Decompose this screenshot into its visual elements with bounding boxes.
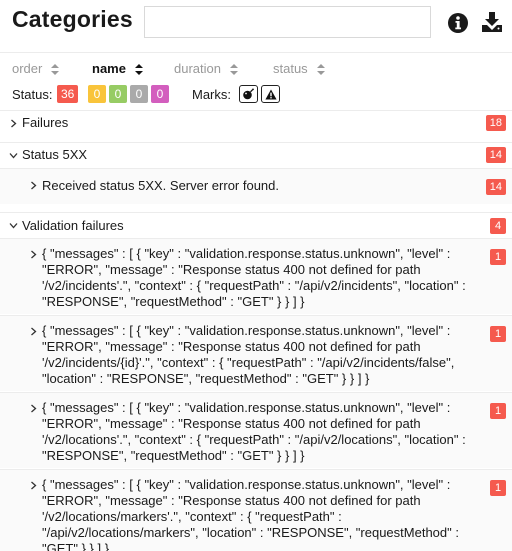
known-issue-mark-toggle[interactable] [261, 85, 280, 103]
tree-item-received-status-5xx[interactable]: Received status 5XX. Server error found.… [0, 168, 512, 204]
chevron-right-icon [31, 327, 37, 336]
status-passed-toggle[interactable]: 0 [109, 85, 127, 103]
sort-by-duration[interactable]: duration [174, 61, 238, 76]
item-label-line: '/v2/locations'.", "context" : { "reques… [42, 432, 466, 447]
item-label: Received status 5XX. Server error found. [42, 178, 280, 193]
chevron-down-icon [9, 153, 18, 159]
chevron-down-icon [9, 223, 18, 229]
chevron-right-icon [31, 481, 37, 490]
group-label: Failures [22, 115, 69, 130]
warning-triangle-icon [264, 89, 277, 99]
chevron-right-icon [31, 181, 37, 190]
count-badge: 1 [490, 480, 506, 496]
status-broken-toggle[interactable]: 0 [88, 85, 106, 103]
chevron-right-icon [11, 119, 17, 128]
sort-by-name[interactable]: name [92, 61, 143, 76]
sort-by-status[interactable]: status [273, 61, 325, 76]
bomb-icon [243, 88, 254, 100]
item-label-line: "ERROR", "message" : "Response status 40… [42, 262, 421, 277]
count-badge: 1 [490, 403, 506, 419]
download-icon[interactable] [481, 11, 503, 33]
sort-by-order[interactable]: order [12, 61, 60, 76]
tree-group-failures[interactable]: Failures 18 [0, 110, 512, 135]
item-label-line: '/v2/incidents/{id}'.", "context" : { "r… [42, 355, 455, 370]
categories-header: Categories [0, 0, 512, 52]
count-badge: 4 [490, 218, 506, 234]
item-label-line: "/api/v2/locations/markers", "location" … [42, 525, 459, 540]
item-label-line: '/v2/incidents'.", "context" : { "reques… [42, 278, 466, 293]
status-skipped-toggle[interactable]: 0 [130, 85, 148, 103]
item-label-line: "ERROR", "message" : "Response status 40… [42, 416, 421, 431]
status-unknown-toggle[interactable]: 0 [151, 85, 169, 103]
tree-group-status-5xx[interactable]: Status 5XX 14 [0, 142, 512, 167]
item-label-line: { "messages" : [ { "key" : "validation.r… [42, 400, 451, 415]
sort-arrows-icon [51, 64, 60, 76]
tree-item-validation-message[interactable]: { "messages" : [ { "key" : "validation.r… [0, 469, 512, 551]
count-badge: 18 [485, 115, 506, 131]
tree-item-validation-message[interactable]: { "messages" : [ { "key" : "validation.r… [0, 238, 512, 314]
sort-arrows-icon [316, 64, 325, 76]
sort-arrows-icon [134, 64, 143, 76]
item-label-line: { "messages" : [ { "key" : "validation.r… [42, 323, 451, 338]
marks-filter-label: Marks: [192, 87, 231, 102]
count-badge: 1 [490, 326, 506, 342]
count-badge: 14 [485, 179, 506, 195]
item-label-line: "location" : "RESPONSE", "requestMethod"… [42, 371, 370, 386]
group-label: Status 5XX [22, 147, 88, 162]
sort-label: name [92, 61, 126, 76]
status-filter-label: Status: [12, 87, 53, 102]
sort-bar: order name duration status [0, 52, 512, 82]
item-label-line: "ERROR", "message" : "Response status 40… [42, 493, 421, 508]
tree-item-validation-message[interactable]: { "messages" : [ { "key" : "validation.r… [0, 392, 512, 468]
search-input[interactable] [144, 6, 431, 38]
sort-label: status [273, 61, 308, 76]
status-failed-toggle[interactable]: 36 [57, 85, 79, 103]
info-circle-icon[interactable] [447, 12, 469, 34]
group-label: Validation failures [22, 218, 124, 233]
item-label-line: "GET" } } ] } [42, 541, 110, 551]
item-label-line: "ERROR", "message" : "Response status 40… [42, 339, 421, 354]
chevron-right-icon [31, 404, 37, 413]
filter-bar: Status: 36 0 0 0 0 Marks: [0, 82, 512, 106]
page-title: Categories [12, 6, 133, 32]
count-badge: 14 [485, 147, 506, 163]
item-label-line: { "messages" : [ { "key" : "validation.r… [42, 246, 451, 261]
tree-group-validation-failures[interactable]: Validation failures 4 [0, 212, 512, 237]
item-label-line: { "messages" : [ { "key" : "validation.r… [42, 477, 451, 492]
sort-label: order [12, 61, 43, 76]
tree-item-validation-message[interactable]: { "messages" : [ { "key" : "validation.r… [0, 315, 512, 391]
count-badge: 1 [490, 249, 506, 265]
item-label-line: '/v2/locations/markers'.", "context" : {… [42, 509, 342, 524]
chevron-right-icon [31, 250, 37, 259]
item-label-line: "RESPONSE", "requestMethod" : "GET" } } … [42, 448, 305, 463]
sort-label: duration [174, 61, 221, 76]
sort-arrows-icon [229, 64, 238, 76]
flaky-mark-toggle[interactable] [239, 85, 258, 103]
item-label-line: "RESPONSE", "requestMethod" : "GET" } } … [42, 294, 305, 309]
